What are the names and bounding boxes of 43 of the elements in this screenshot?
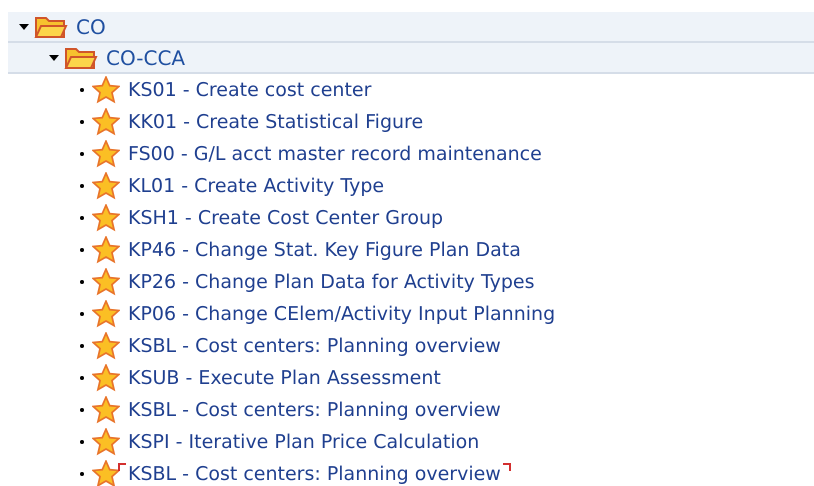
star-icon [92, 396, 120, 424]
tree-item[interactable]: KS01 - Create cost center [124, 77, 376, 103]
tree-item[interactable]: KP46 - Change Stat. Key Figure Plan Data [124, 237, 525, 263]
tree-item[interactable]: KSUB - Execute Plan Assessment [124, 365, 445, 391]
tree-item[interactable]: KSBL - Cost centers: Planning overview [118, 461, 511, 486]
tree-item[interactable]: KP26 - Change Plan Data for Activity Types [124, 269, 538, 295]
tree-item[interactable]: KSH1 - Create Cost Center Group [124, 205, 448, 231]
bullet-icon [80, 152, 84, 156]
folder-icon [64, 46, 98, 70]
star-icon [92, 332, 120, 360]
star-icon [92, 108, 120, 136]
tree-item[interactable]: KSBL - Cost centers: Planning overview [124, 333, 505, 359]
bullet-icon [80, 88, 84, 92]
tree-item[interactable]: KSPI - Iterative Plan Price Calculation [124, 429, 484, 455]
folder-label[interactable]: CO-CCA [106, 42, 186, 72]
star-icon [92, 268, 120, 296]
bullet-icon [80, 184, 84, 188]
star-icon [92, 76, 120, 104]
star-icon [92, 172, 120, 200]
bullet-icon [80, 344, 84, 348]
bullet-icon [80, 408, 84, 412]
tree-item[interactable]: KP06 - Change CElem/Activity Input Planning [124, 301, 560, 327]
bullet-icon [80, 216, 84, 220]
star-icon [92, 204, 120, 232]
star-icon [92, 364, 120, 392]
bullet-icon [80, 440, 84, 444]
star-icon [92, 460, 120, 486]
bullet-icon [80, 280, 84, 284]
star-icon [92, 300, 120, 328]
bullet-icon [80, 120, 84, 124]
tree-item[interactable]: KSBL - Cost centers: Planning overview [124, 397, 505, 423]
star-icon [92, 428, 120, 456]
star-icon [92, 236, 120, 264]
bullet-icon [80, 472, 84, 476]
tree-item[interactable]: FS00 - G/L acct master record maintenance [124, 141, 546, 167]
bullet-icon [80, 248, 84, 252]
bullet-icon [80, 376, 84, 380]
star-icon [92, 140, 120, 168]
folder-icon [34, 14, 68, 38]
tree-item[interactable]: KK01 - Create Statistical Figure [124, 109, 428, 135]
bullet-icon [80, 312, 84, 316]
folder-label[interactable]: CO [76, 12, 106, 42]
tree-item[interactable]: KL01 - Create Activity Type [124, 173, 388, 199]
